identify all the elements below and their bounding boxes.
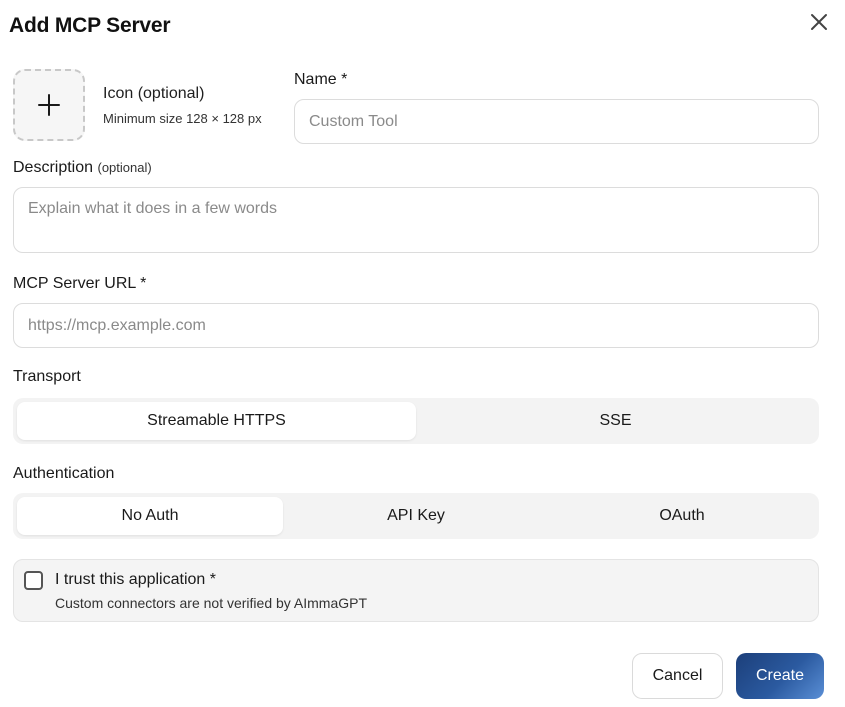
transport-option-sse[interactable]: SSE <box>416 402 815 440</box>
server-url-input[interactable] <box>13 303 819 348</box>
icon-label: Icon (optional) <box>103 85 205 102</box>
authentication-label: Authentication <box>13 465 115 482</box>
icon-upload-button[interactable] <box>13 69 85 141</box>
icon-size-hint: Minimum size 128 × 128 px <box>103 111 262 126</box>
description-label-text: Description <box>13 159 94 176</box>
auth-option-no-auth[interactable]: No Auth <box>17 497 283 535</box>
close-icon <box>811 14 827 30</box>
transport-toggle: Streamable HTTPS SSE <box>13 398 819 444</box>
name-label: Name * <box>294 71 348 88</box>
dialog-title: Add MCP Server <box>9 14 171 37</box>
trust-subtitle: Custom connectors are not verified by AI… <box>55 595 368 611</box>
create-button[interactable]: Create <box>736 653 824 699</box>
description-label: Description (optional) <box>13 159 152 177</box>
trust-application-box: I trust this application * Custom connec… <box>13 559 819 622</box>
description-textarea[interactable] <box>13 187 819 253</box>
auth-option-oauth[interactable]: OAuth <box>549 497 815 535</box>
trust-title: I trust this application * <box>55 571 216 588</box>
name-input[interactable] <box>294 99 819 144</box>
description-optional-tag: (optional) <box>97 160 152 175</box>
transport-label: Transport <box>13 368 81 385</box>
transport-option-streamable-https[interactable]: Streamable HTTPS <box>17 402 416 440</box>
plus-icon <box>38 94 60 116</box>
authentication-toggle: No Auth API Key OAuth <box>13 493 819 539</box>
trust-checkbox[interactable] <box>24 571 43 590</box>
auth-option-api-key[interactable]: API Key <box>283 497 549 535</box>
add-mcp-server-dialog: Add MCP Server Icon (optional) Minimum s… <box>0 0 845 707</box>
close-button[interactable] <box>806 9 832 35</box>
server-url-label: MCP Server URL * <box>13 275 147 292</box>
cancel-button[interactable]: Cancel <box>632 653 723 699</box>
